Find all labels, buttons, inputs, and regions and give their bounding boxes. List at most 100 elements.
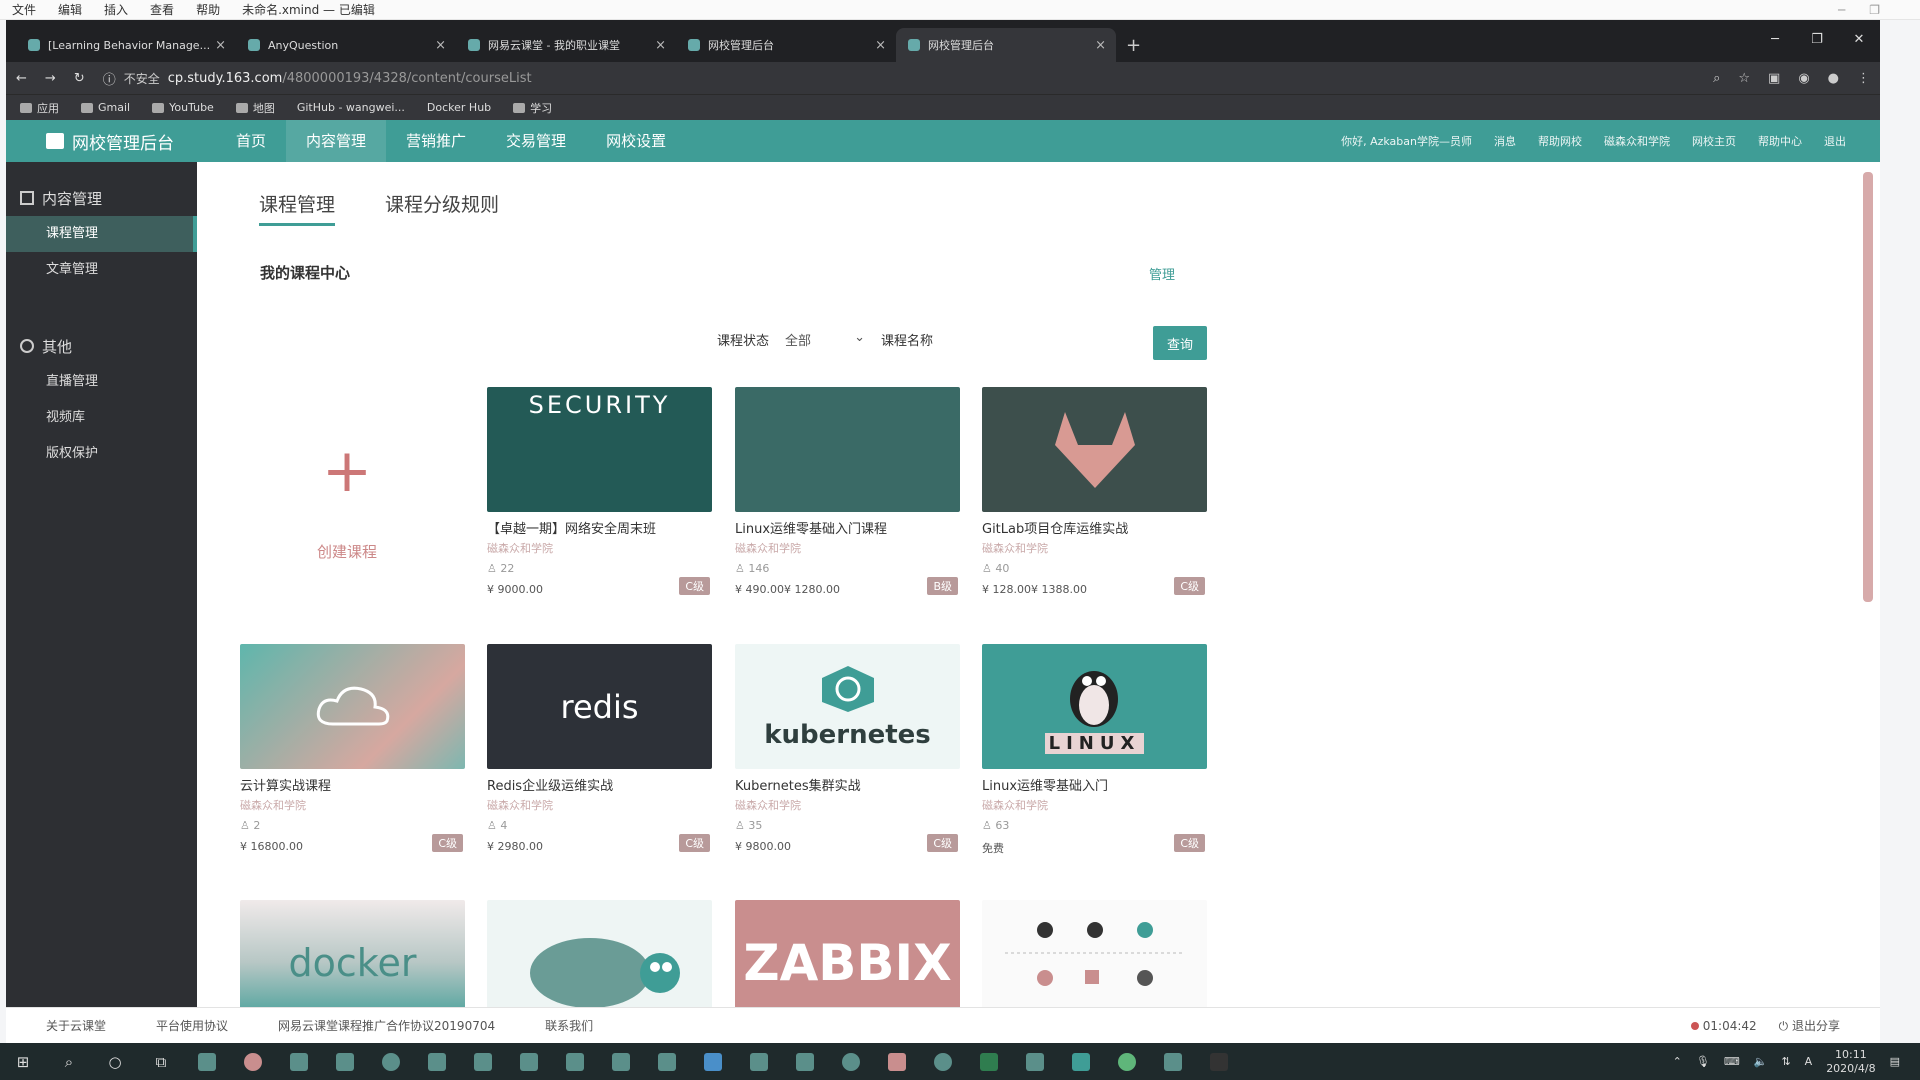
bookmark-apps[interactable]: 应用 [20, 100, 59, 116]
course-card[interactable]: GitLab项目仓库运维实战 磁森众和学院 ♙ 40 ¥ 128.00¥ 138… [982, 387, 1207, 617]
link-help-school[interactable]: 帮助网校 [1538, 133, 1582, 149]
close-icon[interactable]: × [215, 38, 226, 53]
tab-course-level-rules[interactable]: 课程分级规则 [385, 190, 499, 226]
minimize-icon[interactable]: ─ [1754, 20, 1796, 60]
course-card[interactable]: SECURITY 【卓越一期】网络安全周末班 磁森众和学院 ♙ 22 ¥ 900… [487, 387, 712, 617]
sidebar-item-video-lib[interactable]: 视频库 [6, 400, 197, 436]
footer-agreement[interactable]: 网易云课堂课程推广合作协议20190704 [278, 1017, 495, 1034]
nav-trade[interactable]: 交易管理 [486, 120, 586, 162]
app-icon[interactable] [920, 1043, 966, 1080]
close-icon[interactable]: × [875, 38, 886, 53]
link-messages[interactable]: 消息 [1494, 133, 1516, 149]
extension-icon[interactable]: ▣ [1768, 71, 1780, 86]
nav-marketing[interactable]: 营销推广 [386, 120, 486, 162]
app-icon[interactable] [414, 1043, 460, 1080]
profile-icon[interactable]: ● [1828, 71, 1839, 86]
course-card[interactable] [487, 900, 712, 1007]
manage-link[interactable]: 管理 [1149, 264, 1175, 283]
back-icon[interactable]: ← [16, 71, 27, 86]
status-select[interactable]: 全部 ⌄ [785, 330, 865, 349]
extension-icon[interactable]: ◉ [1798, 71, 1809, 86]
wechat-icon[interactable] [1104, 1043, 1150, 1080]
course-card[interactable] [982, 900, 1207, 1007]
tab-course-manage[interactable]: 课程管理 [259, 190, 336, 226]
app-icon[interactable] [736, 1043, 782, 1080]
excel-icon[interactable] [966, 1043, 1012, 1080]
omnibox[interactable]: ⓘ 不安全 cp.study.163.com/4800000193/4328/c… [103, 69, 1603, 88]
menu-edit[interactable]: 编辑 [58, 1, 82, 18]
chrome-icon[interactable] [230, 1043, 276, 1080]
cortana-icon[interactable]: ○ [92, 1043, 138, 1080]
sidebar-item-article-manage[interactable]: 文章管理 [6, 252, 197, 288]
bookmark-star-icon[interactable]: ☆ [1738, 71, 1750, 86]
menu-file[interactable]: 文件 [12, 1, 36, 18]
app-icon[interactable] [1012, 1043, 1058, 1080]
menu-help[interactable]: 帮助 [196, 1, 220, 18]
ime-icon[interactable]: A [1805, 1055, 1813, 1068]
course-card[interactable]: LINUX Linux运维零基础入门 磁森众和学院 ♙ 63 免费 C级 [982, 644, 1207, 874]
scrollbar[interactable] [1863, 172, 1873, 602]
browser-tab-active[interactable]: 网校管理后台 × [896, 28, 1116, 62]
forward-icon[interactable]: → [45, 71, 56, 86]
footer-terms[interactable]: 平台使用协议 [156, 1017, 228, 1034]
bookmark-dockerhub[interactable]: Docker Hub [427, 101, 491, 114]
network-icon[interactable]: ⇅ [1781, 1055, 1790, 1068]
intellij-icon[interactable] [506, 1043, 552, 1080]
app-icon[interactable] [782, 1043, 828, 1080]
mail-icon[interactable] [322, 1043, 368, 1080]
close-icon[interactable]: × [1095, 38, 1106, 53]
app-icon[interactable] [828, 1043, 874, 1080]
footer-contact[interactable]: 联系我们 [545, 1017, 593, 1034]
bookmark-study[interactable]: 学习 [513, 100, 552, 116]
phpstorm-icon[interactable] [644, 1043, 690, 1080]
course-card[interactable]: 云计算实战课程 磁森众和学院 ♙ 2 ¥ 16800.00 C级 [240, 644, 465, 874]
bookmark-gmail[interactable]: Gmail [81, 101, 130, 114]
search-icon[interactable]: ⌕ [46, 1043, 92, 1080]
mic-icon[interactable]: 🎙 [1696, 1055, 1710, 1068]
link-help-center[interactable]: 帮助中心 [1758, 133, 1802, 149]
volume-icon[interactable]: 🔈 [1754, 1055, 1768, 1068]
app-icon[interactable] [874, 1043, 920, 1080]
link-school-name[interactable]: 磁森众和学院 [1604, 133, 1670, 149]
brand[interactable]: 网校管理后台 [6, 129, 216, 154]
menu-dots-icon[interactable]: ⋮ [1857, 71, 1870, 86]
datagrip-icon[interactable] [460, 1043, 506, 1080]
vscode-icon[interactable] [690, 1043, 736, 1080]
course-card[interactable]: redis Redis企业级运维实战 磁森众和学院 ♙ 4 ¥ 2980.00 … [487, 644, 712, 874]
footer-about[interactable]: 关于云课堂 [46, 1017, 106, 1034]
close-window-icon[interactable]: ✕ [1838, 20, 1880, 60]
link-logout[interactable]: 退出 [1824, 133, 1846, 149]
restore-icon[interactable]: ❐ [1869, 3, 1880, 17]
menu-insert[interactable]: 插入 [104, 1, 128, 18]
new-tab-button[interactable]: + [1126, 35, 1141, 56]
task-view-icon[interactable]: ⧉ [138, 1043, 184, 1080]
close-icon[interactable]: × [655, 38, 666, 53]
store-icon[interactable] [276, 1043, 322, 1080]
close-icon[interactable]: × [435, 38, 446, 53]
browser-tab[interactable]: 网易云课堂 - 我的职业课堂 × [456, 28, 676, 62]
query-button[interactable]: 查询 [1153, 326, 1207, 360]
course-card[interactable]: kubernetes Kubernetes集群实战 磁森众和学院 ♙ 35 ¥ … [735, 644, 960, 874]
bookmark-github[interactable]: GitHub - wangwei... [297, 101, 405, 114]
notification-icon[interactable]: ▤ [1890, 1055, 1900, 1068]
sidebar-item-copyright[interactable]: 版权保护 [6, 436, 197, 472]
sidebar-item-live[interactable]: 直播管理 [6, 364, 197, 400]
nav-content[interactable]: 内容管理 [286, 120, 387, 162]
nav-settings[interactable]: 网校设置 [586, 120, 686, 162]
xmind-icon[interactable] [1058, 1043, 1104, 1080]
browser-tab[interactable]: [Learning Behavior Manage... × [16, 28, 236, 62]
maximize-icon[interactable]: ❐ [1796, 20, 1838, 60]
bookmark-maps[interactable]: 地图 [235, 100, 275, 116]
clock[interactable]: 10:11 2020/4/8 [1826, 1048, 1875, 1076]
sidebar-item-course-manage[interactable]: 课程管理 [6, 216, 197, 252]
terminal-icon[interactable] [1196, 1043, 1242, 1080]
bookmark-youtube[interactable]: YouTube [152, 101, 214, 114]
course-card[interactable]: Linux运维零基础入门课程 磁森众和学院 ♙ 146 ¥ 490.00¥ 12… [735, 387, 960, 617]
firefox-icon[interactable] [368, 1043, 414, 1080]
minimize-icon[interactable]: ─ [1838, 3, 1845, 17]
browser-tab[interactable]: AnyQuestion × [236, 28, 456, 62]
file-explorer-icon[interactable] [184, 1043, 230, 1080]
nav-home[interactable]: 首页 [216, 120, 286, 162]
chevron-up-icon[interactable]: ⌃ [1673, 1055, 1682, 1068]
exit-share-button[interactable]: ⏻ 退出分享 [1779, 1017, 1840, 1034]
